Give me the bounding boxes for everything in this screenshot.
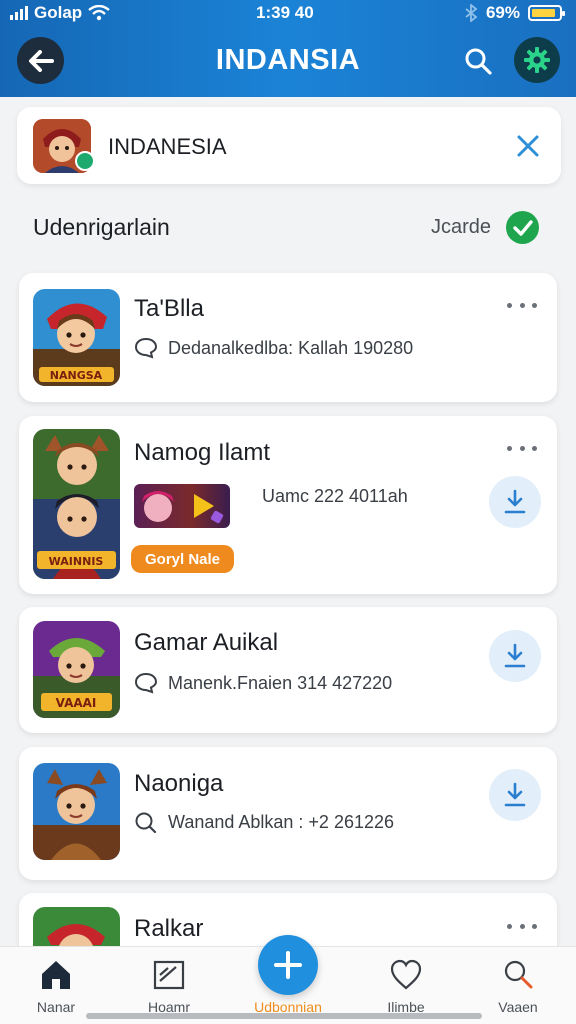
edit-icon [153, 960, 185, 990]
item-meta-text: Manenk.Fnaien 314 427220 [168, 672, 393, 693]
item-title: Naoniga [134, 770, 224, 797]
game-thumbnail [33, 763, 120, 860]
checkmark-icon [512, 219, 533, 236]
verified-badge-icon [75, 151, 95, 171]
status-bar: Golap 1:39 40 69% [0, 0, 576, 26]
home-icon [42, 961, 70, 989]
status-time: 1:39 40 [256, 3, 314, 22]
battery-percent: 69% [485, 3, 520, 22]
nav-item-home[interactable]: Nanar [11, 957, 101, 1015]
list-item[interactable]: Naoniga Wanand Ablkan : +2 261226 [19, 747, 557, 880]
clear-search-button[interactable] [513, 131, 543, 161]
status-right: 69% [464, 3, 565, 23]
item-meta: Uamc 222 4011ah [262, 486, 408, 507]
list-item[interactable]: WAINNIS Namog Ilamt Uamc 222 4011ah Gory… [19, 416, 557, 594]
battery-fill [532, 9, 556, 17]
gear-icon [524, 47, 550, 73]
search-icon [465, 48, 492, 75]
profile-search-icon [504, 960, 533, 989]
preview-thumbnail [134, 484, 230, 528]
game-thumbnail: NANGSA [33, 289, 120, 386]
more-options-button[interactable] [507, 298, 537, 312]
nav-label: Vaaen [498, 999, 538, 1015]
sort-option[interactable]: Jcarde [431, 216, 491, 239]
item-title: Gamar Auikal [134, 629, 279, 656]
nav-item-favorites[interactable]: Ilimbe [361, 957, 451, 1015]
settings-button[interactable] [514, 37, 560, 83]
chat-icon [134, 672, 158, 694]
wifi-icon [88, 5, 110, 21]
search-bar[interactable]: INDANESIA [17, 107, 561, 184]
thumb-caption: NANGSA [50, 369, 103, 382]
signal-icon [10, 6, 28, 20]
nav-item-profile[interactable]: Vaaen [473, 957, 563, 1015]
item-title: Namog Ilamt [134, 439, 271, 466]
close-icon [517, 135, 539, 157]
carrier-name: Golap [34, 3, 83, 22]
list-item[interactable]: NANGSA Ta'Blla Dedanalkedlba: Kallah 190… [19, 273, 557, 402]
item-meta: Manenk.Fnaien 314 427220 [134, 672, 392, 694]
nav-item-edit[interactable]: Hoamr [124, 957, 214, 1015]
item-title: Ta'Blla [134, 295, 204, 322]
battery-icon [528, 5, 565, 21]
app-header: Golap 1:39 40 69% INDANSIA [0, 0, 576, 97]
item-meta: Wanand Ablkan : +2 261226 [134, 811, 394, 833]
check-toggle[interactable] [506, 211, 539, 244]
download-icon [504, 489, 526, 514]
item-tag: Goryl Nale [131, 545, 234, 573]
chat-icon [134, 337, 158, 359]
download-icon [504, 782, 526, 807]
item-title: Ralkar [134, 915, 204, 942]
game-thumbnail: VAAAI [33, 621, 120, 718]
heart-icon [390, 959, 422, 990]
download-button[interactable] [489, 769, 541, 821]
item-meta: Dedanalkedlba: Kallah 190280 [134, 337, 413, 359]
item-meta-text: Uamc 222 4011ah [262, 486, 408, 506]
status-left: Golap [10, 3, 110, 23]
search-icon [135, 812, 157, 833]
more-options-button[interactable] [507, 441, 537, 455]
thumb-caption: WAINNIS [49, 555, 104, 568]
plus-icon [274, 951, 302, 979]
thumb-caption: VAAAI [56, 696, 97, 710]
search-button[interactable] [460, 43, 496, 79]
download-icon [504, 643, 526, 668]
list-item[interactable]: VAAAI Gamar Auikal Manenk.Fnaien 314 427… [19, 607, 557, 733]
filter-row: Udenrigarlain Jcarde [33, 211, 543, 248]
item-meta-text: Dedanalkedlba: Kallah 190280 [168, 337, 414, 358]
bluetooth-icon [465, 4, 478, 22]
game-thumbnail: WAINNIS [33, 429, 120, 579]
download-button[interactable] [489, 630, 541, 682]
add-button[interactable] [258, 935, 318, 995]
more-options-button[interactable] [507, 919, 537, 933]
section-heading: Udenrigarlain [33, 214, 170, 240]
download-button[interactable] [489, 476, 541, 528]
search-input[interactable]: INDANESIA [108, 134, 227, 160]
home-indicator [86, 1013, 482, 1019]
item-meta-text: Wanand Ablkan : +2 261226 [168, 811, 395, 832]
